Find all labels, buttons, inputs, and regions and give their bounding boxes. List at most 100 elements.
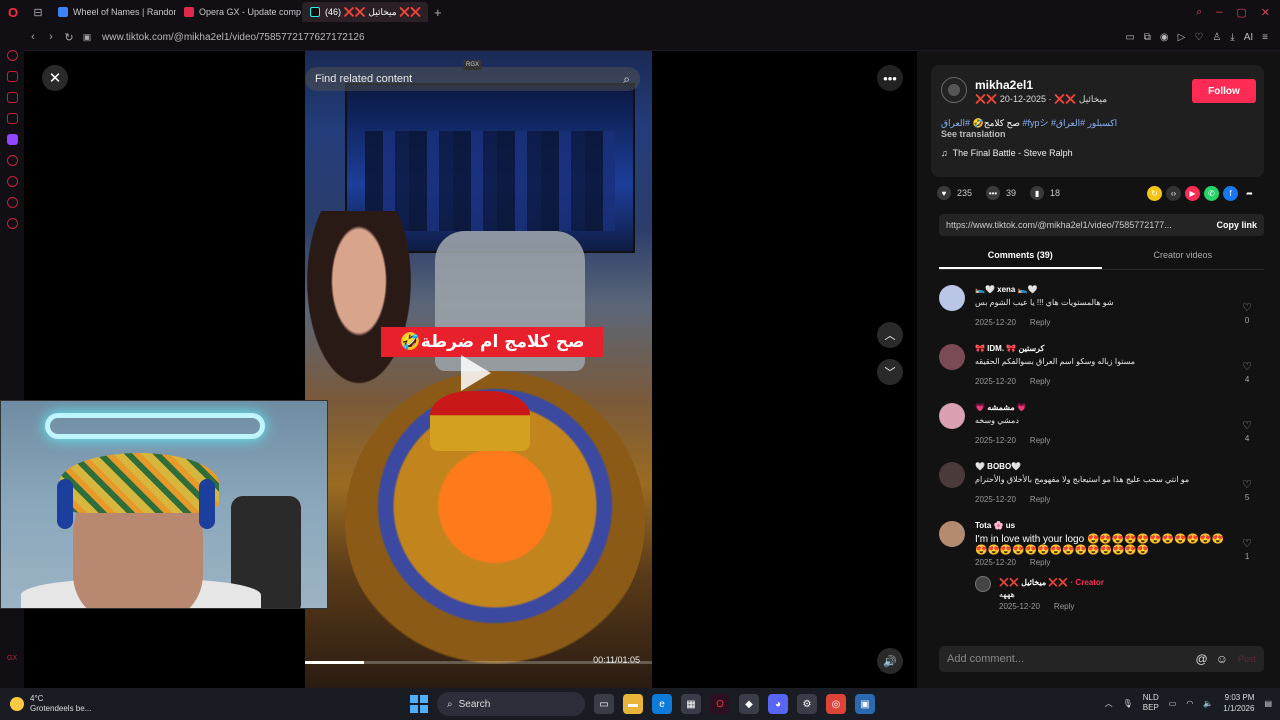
reply-button[interactable]: Reply — [1030, 318, 1050, 327]
reply-button[interactable]: Reply — [1030, 558, 1050, 567]
network-icon[interactable]: ▭ — [1169, 699, 1177, 708]
comment-like-button[interactable]: ♡ 1 — [1242, 537, 1252, 561]
tab-creator-videos[interactable]: Creator videos — [1102, 244, 1265, 269]
close-video-button[interactable]: ✕ — [42, 65, 68, 91]
download-icon[interactable]: ⤓ — [1230, 32, 1234, 43]
reply-button[interactable]: Reply — [1030, 495, 1050, 504]
commenter-name[interactable]: 🤍 BOBO🤍 — [975, 462, 1021, 471]
repost-icon[interactable]: ↻ — [1147, 185, 1162, 201]
volume-button[interactable]: 🔊 — [877, 648, 903, 674]
like-action[interactable]: ♥ 235 — [937, 186, 972, 200]
weather-widget[interactable]: 4°C Grotendeels be... — [0, 694, 200, 714]
workspaces-icon[interactable]: ⊟ — [26, 6, 50, 19]
file-explorer-icon[interactable]: ▬ — [623, 694, 643, 714]
comment-like-button[interactable]: ♡ 5 — [1242, 478, 1252, 502]
history-icon[interactable] — [6, 176, 18, 187]
follow-button[interactable]: Follow — [1192, 79, 1256, 103]
previous-video-button[interactable]: ︿ — [877, 322, 903, 348]
commenter-name[interactable]: 🛌🤍 xena 🛌🤍 — [975, 285, 1038, 294]
microphone-icon[interactable]: 🎙 — [1123, 699, 1133, 708]
reply-button[interactable]: Reply — [1030, 436, 1050, 445]
settings-icon[interactable] — [6, 218, 18, 229]
url-field[interactable]: www.tiktok.com/@mikha2el1/video/75857721… — [102, 32, 365, 43]
twitch-icon[interactable] — [6, 134, 18, 145]
more-options-button[interactable]: ••• — [877, 65, 903, 91]
tab-tiktok-video[interactable]: (46) ❌❌ ميخائيل ❌❌ — [302, 2, 428, 22]
search-tabs-icon[interactable]: ⌕ — [1196, 6, 1202, 19]
commenter-avatar[interactable] — [939, 344, 965, 370]
emoji-icon[interactable]: ☺ — [1216, 652, 1228, 666]
comment-like-button[interactable]: ♡ 4 — [1242, 360, 1252, 384]
tab-opera-gx-update[interactable]: Opera GX - Update comp — [176, 2, 302, 22]
speaker-icon[interactable]: 🔈 — [1203, 699, 1213, 708]
heart-icon[interactable]: ♡ — [1194, 32, 1203, 43]
mention-icon[interactable]: @ — [1196, 652, 1208, 666]
creator-avatar[interactable] — [975, 576, 991, 592]
store-icon[interactable]: ▦ — [681, 694, 701, 714]
author-avatar[interactable] — [941, 77, 967, 103]
send-icon[interactable]: ▶ — [1185, 185, 1200, 201]
gx-control-icon[interactable] — [6, 50, 18, 61]
messenger-icon[interactable] — [6, 92, 18, 103]
comment-action[interactable]: ••• 39 — [986, 186, 1016, 200]
commenter-name[interactable]: 💗 مشمشه 💗 — [975, 403, 1027, 412]
forward-button[interactable]: › — [42, 31, 60, 43]
snapshot-icon[interactable]: ⧉ — [1144, 32, 1151, 43]
tab-wheel-of-names[interactable]: Wheel of Names | Random — [50, 2, 176, 22]
player-icon[interactable]: ▷ — [1178, 32, 1186, 43]
discord-icon[interactable]: ◕ — [768, 694, 788, 714]
minimize-button[interactable]: – — [1216, 6, 1222, 19]
commenter-avatar[interactable] — [939, 285, 965, 311]
comment-like-button[interactable]: ♡ 4 — [1242, 419, 1252, 443]
chrome-icon[interactable]: ◎ — [826, 694, 846, 714]
profile-icon[interactable]: ♙ — [1212, 32, 1221, 43]
gx-more-icon[interactable]: GX — [7, 655, 17, 662]
reply-button[interactable]: Reply — [1030, 377, 1050, 386]
tab-comments[interactable]: Comments (39) — [939, 244, 1102, 269]
music-row[interactable]: ♫ The Final Battle - Steve Ralph — [941, 148, 1073, 158]
next-video-button[interactable]: ﹀ — [877, 359, 903, 385]
streaming-app-icon[interactable]: ▣ — [855, 694, 875, 714]
commenter-avatar[interactable] — [939, 462, 965, 488]
menu-icon[interactable]: ≡ — [1262, 32, 1268, 43]
game-icon[interactable] — [6, 71, 18, 82]
back-button[interactable]: ‹ — [24, 31, 42, 43]
taskbar-search[interactable]: ⌕ Search — [437, 692, 585, 716]
add-comment-field[interactable]: Add comment... @ ☺ Post — [939, 646, 1264, 672]
language-indicator[interactable]: NLD BEP — [1143, 693, 1159, 713]
start-button[interactable] — [410, 695, 428, 713]
app-icon[interactable]: ◆ — [739, 694, 759, 714]
save-action[interactable]: ▮ 18 — [1030, 186, 1060, 200]
commenter-name[interactable]: Tota 🌸 us — [975, 521, 1015, 530]
reply-button[interactable]: Reply — [1054, 602, 1074, 611]
video-player[interactable]: Find related content RGX ⌕ صح كلامج ام ض… — [305, 51, 652, 688]
play-icon[interactable] — [461, 355, 491, 391]
news-icon[interactable] — [6, 113, 18, 124]
task-view-icon[interactable]: ▭ — [594, 694, 614, 714]
commenter-avatar[interactable] — [939, 403, 965, 429]
see-translation-link[interactable]: See translation — [941, 129, 1006, 139]
clock[interactable]: 9:03 PM 1/1/2026 — [1223, 692, 1254, 714]
notifications-icon[interactable]: ▤ — [1264, 699, 1272, 708]
embed-icon[interactable]: ‹› — [1166, 185, 1181, 201]
vpn-icon[interactable]: ◉ — [1160, 32, 1169, 43]
opera-gx-logo-icon[interactable]: O — [0, 0, 26, 24]
commenter-avatar[interactable] — [939, 521, 965, 547]
aria-ai-button[interactable]: AI — [1244, 32, 1253, 43]
copy-link-button[interactable]: Copy link — [1216, 220, 1257, 230]
reload-button[interactable]: ↻ — [60, 31, 78, 44]
author-username[interactable]: mikha2el1 — [975, 78, 1033, 92]
maximize-button[interactable]: ▢ — [1236, 6, 1246, 19]
share-arrow-icon[interactable]: ➦ — [1242, 185, 1257, 201]
close-window-button[interactable]: ✕ — [1261, 6, 1270, 19]
bookmark-icon[interactable]: ▭ — [1125, 32, 1134, 43]
steam-icon[interactable]: ⚙ — [797, 694, 817, 714]
chat-icon[interactable] — [6, 197, 18, 208]
find-related-search[interactable]: Find related content RGX ⌕ — [305, 60, 640, 91]
facebook-icon[interactable]: f — [1223, 185, 1238, 201]
edge-icon[interactable]: e — [652, 694, 672, 714]
whatsapp-icon[interactable]: ✆ — [1204, 185, 1219, 201]
show-hidden-icons[interactable]: ︿ — [1105, 698, 1113, 709]
creator-reply-name[interactable]: ❌❌ ميخائيل ❌❌ · Creator — [999, 578, 1104, 587]
new-tab-button[interactable]: + — [428, 5, 448, 20]
